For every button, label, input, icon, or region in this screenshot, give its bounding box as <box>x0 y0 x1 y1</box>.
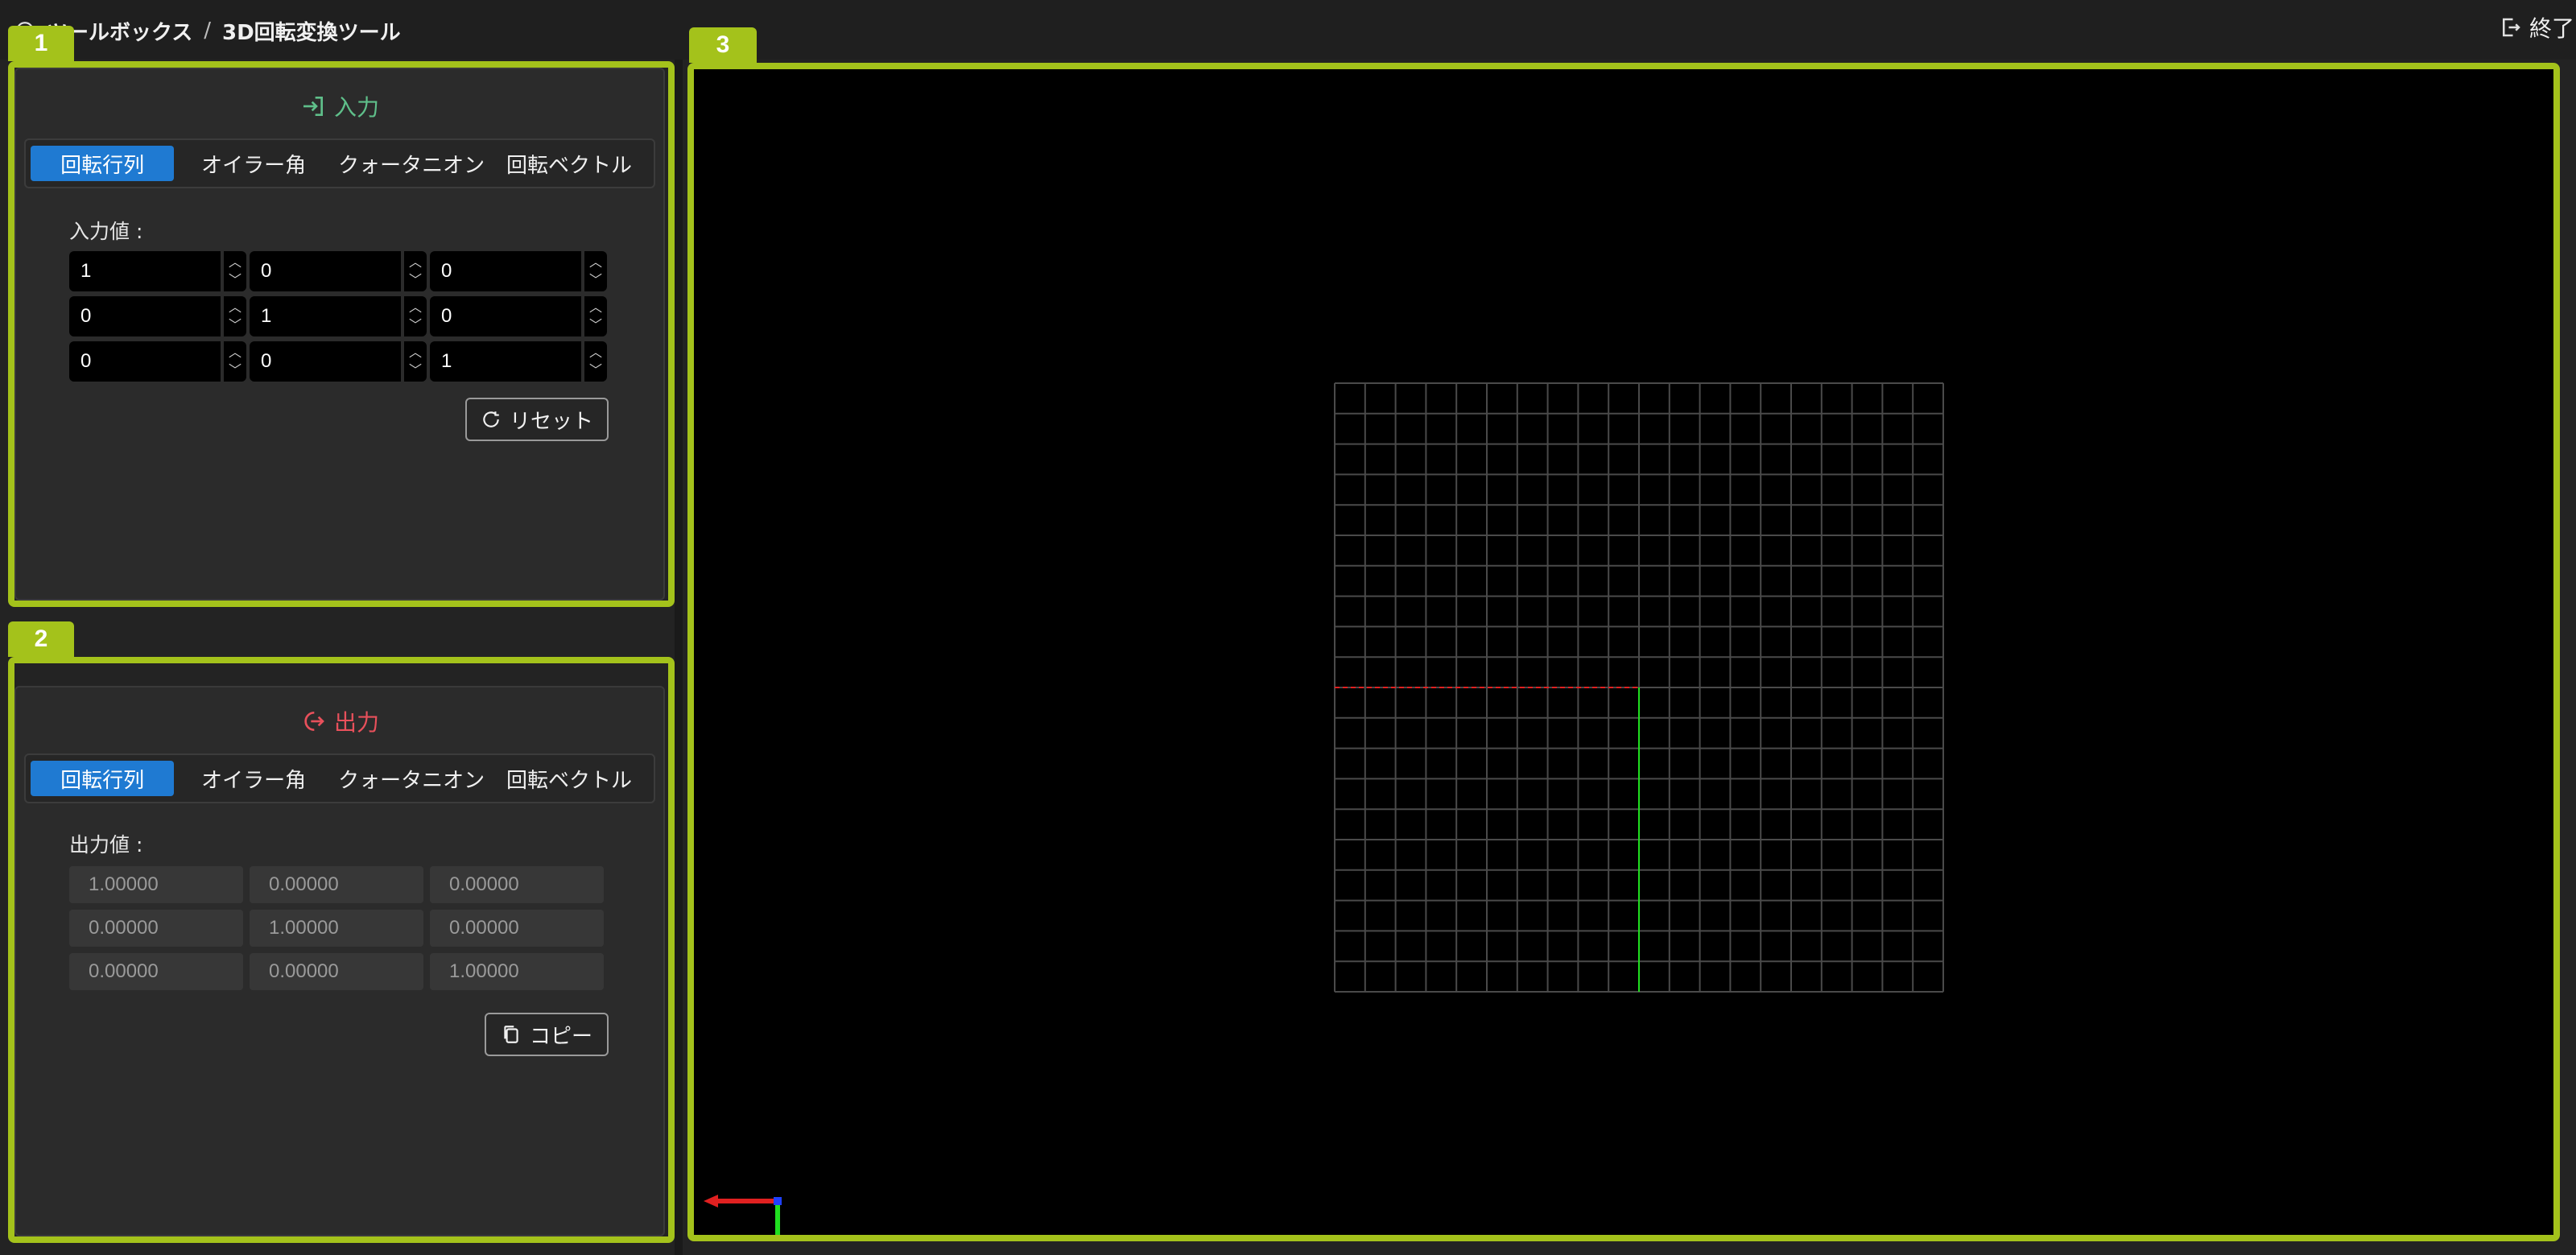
axes-gizmo <box>704 1195 782 1235</box>
input-cell-r1c1[interactable]: 1 <box>69 251 221 291</box>
input-matrix-row: 0 ︿ ﹀ 0 ︿ ﹀ 1 ︿ ﹀ <box>69 341 607 382</box>
output-tab-rotation-matrix[interactable]: 回転行列 <box>31 761 175 796</box>
viewport-tag: 3 <box>689 27 757 63</box>
input-cell-r3c1[interactable]: 0 <box>69 341 221 382</box>
spinner[interactable]: ︿ ﹀ <box>224 296 246 336</box>
input-cell-r1c2[interactable]: 0 <box>250 251 401 291</box>
input-cell-r3c2[interactable]: 0 <box>250 341 401 382</box>
input-matrix-row: 0 ︿ ﹀ 1 ︿ ﹀ 0 ︿ ﹀ <box>69 296 607 336</box>
exit-label: 終了 <box>2529 15 2574 42</box>
output-matrix-row: 0.00000 0.00000 1.00000 <box>69 953 604 990</box>
exit-button[interactable]: 終了 <box>2499 11 2574 43</box>
output-format-tabs: 回転行列 オイラー角 クォータニオン 回転ベクトル <box>24 753 655 803</box>
reset-button[interactable]: リセット <box>465 398 609 441</box>
reset-label: リセット <box>509 409 593 434</box>
copy-button[interactable]: コピー <box>485 1013 609 1056</box>
input-panel: 入力 回転行列 オイラー角 クォータニオン 回転ベクトル 入力値 : 1 ︿ ﹀ 0… <box>14 68 665 601</box>
output-tab-quaternion[interactable]: クォータニオン <box>333 761 489 796</box>
input-value-label: 入力値 : <box>69 220 143 243</box>
input-tab-rotation-vector[interactable]: 回転ベクトル <box>489 146 649 181</box>
input-title-text: 入力 <box>333 94 379 121</box>
output-cell-r3c3: 1.00000 <box>430 953 604 990</box>
output-matrix-row: 0.00000 1.00000 0.00000 <box>69 910 604 947</box>
gizmo-z-axis <box>774 1197 782 1205</box>
gizmo-x-arrowhead <box>704 1195 718 1208</box>
logout-icon <box>304 712 324 731</box>
scene-canvas[interactable] <box>694 69 2553 1235</box>
output-matrix-row: 1.00000 0.00000 0.00000 <box>69 866 604 903</box>
login-icon <box>303 97 323 116</box>
spinner[interactable]: ︿ ﹀ <box>404 296 427 336</box>
refresh-icon <box>483 411 499 427</box>
top-bar: ツールボックス / 3D回転変換ツール 終了 <box>0 0 2576 60</box>
output-cell-r1c3: 0.00000 <box>430 866 604 903</box>
input-cell-r1c3[interactable]: 0 <box>430 251 581 291</box>
input-matrix: 1 ︿ ﹀ 0 ︿ ﹀ 0 ︿ ﹀ 0 ︿ ﹀ 1 ︿ ﹀ 0 ︿ ﹀ 0 ︿ ﹀ 0 ︿ ﹀ 1 ︿ ﹀ <box>69 251 607 386</box>
spinner[interactable]: ︿ ﹀ <box>404 341 427 382</box>
input-cell-r2c2[interactable]: 1 <box>250 296 401 336</box>
output-cell-r2c2: 1.00000 <box>250 910 423 947</box>
input-cell-r2c1[interactable]: 0 <box>69 296 221 336</box>
spinner[interactable]: ︿ ﹀ <box>584 296 607 336</box>
output-panel-title: 出力 <box>16 705 663 737</box>
spinner[interactable]: ︿ ﹀ <box>224 341 246 382</box>
output-cell-r3c1: 0.00000 <box>69 953 243 990</box>
exit-icon <box>2502 18 2520 37</box>
viewport-3d[interactable] <box>687 63 2560 1241</box>
output-title-text: 出力 <box>333 709 379 736</box>
output-cell-r1c2: 0.00000 <box>250 866 423 903</box>
spinner[interactable]: ︿ ﹀ <box>224 251 246 291</box>
input-tab-quaternion[interactable]: クォータニオン <box>333 146 489 181</box>
output-cell-r2c3: 0.00000 <box>430 910 604 947</box>
input-matrix-row: 1 ︿ ﹀ 0 ︿ ﹀ 0 ︿ ﹀ <box>69 251 607 291</box>
input-format-tabs: 回転行列 オイラー角 クォータニオン 回転ベクトル <box>24 138 655 188</box>
copy-icon <box>504 1026 518 1043</box>
input-cell-r3c3[interactable]: 1 <box>430 341 581 382</box>
output-panel-tag: 2 <box>8 621 74 657</box>
copy-label: コピー <box>529 1024 592 1049</box>
output-value-label: 出力値 : <box>69 833 143 857</box>
output-cell-r3c2: 0.00000 <box>250 953 423 990</box>
output-tab-euler-angles[interactable]: オイラー角 <box>174 761 333 796</box>
spinner[interactable]: ︿ ﹀ <box>584 341 607 382</box>
breadcrumb-separator: / <box>204 19 211 43</box>
input-tab-rotation-matrix[interactable]: 回転行列 <box>31 146 175 181</box>
output-tab-rotation-vector[interactable]: 回転ベクトル <box>489 761 649 796</box>
spinner[interactable]: ︿ ﹀ <box>404 251 427 291</box>
output-matrix: 1.00000 0.00000 0.00000 0.00000 1.00000 … <box>69 866 604 997</box>
panel-divider[interactable] <box>675 60 683 1255</box>
input-tab-euler-angles[interactable]: オイラー角 <box>174 146 333 181</box>
spinner[interactable]: ︿ ﹀ <box>584 251 607 291</box>
breadcrumb-current: 3D回転変換ツール <box>222 20 401 45</box>
output-panel: 出力 回転行列 オイラー角 クォータニオン 回転ベクトル 出力値 : 1.000… <box>14 686 665 1236</box>
input-cell-r2c3[interactable]: 0 <box>430 296 581 336</box>
output-cell-r2c1: 0.00000 <box>69 910 243 947</box>
output-cell-r1c1: 1.00000 <box>69 866 243 903</box>
input-panel-title: 入力 <box>16 90 663 122</box>
input-panel-tag: 1 <box>8 26 74 61</box>
